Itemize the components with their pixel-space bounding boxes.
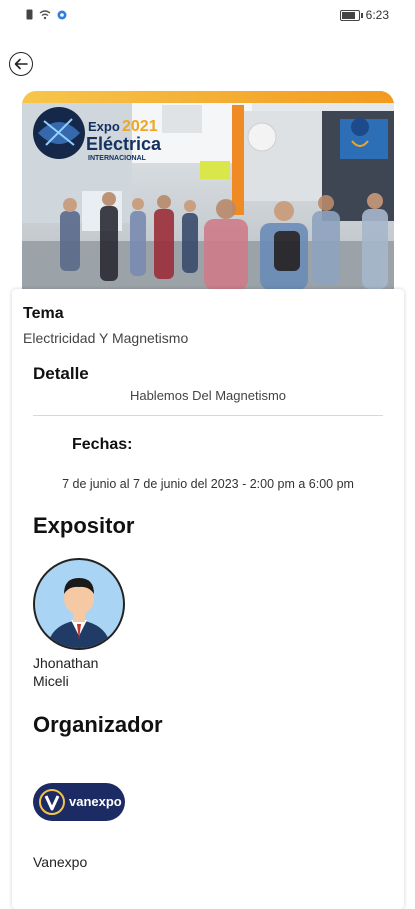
logo-text-year: 2021 [122, 118, 158, 135]
wifi-icon [39, 9, 51, 19]
event-details-card: Tema Electricidad Y Magnetismo Detalle H… [12, 289, 404, 909]
organizador-logo[interactable]: vanexpo [33, 783, 125, 821]
logo-text-internacional: INTERNACIONAL [88, 155, 147, 162]
event-banner-image: Expo 2021 Eléctrica INTERNACIONAL [22, 91, 394, 290]
logo-text-expo: Expo [88, 119, 120, 134]
detalle-value: Hablemos Del Magnetismo [129, 388, 287, 403]
battery-icon [339, 9, 363, 21]
sim-icon [26, 9, 33, 20]
expositor-heading: Expositor [33, 513, 135, 538]
expo-photo: Expo 2021 Eléctrica INTERNACIONAL [22, 91, 394, 290]
expositor-name: Jhonathan Miceli [33, 655, 99, 689]
status-time: 6:23 [365, 8, 389, 22]
vanexpo-logo-text: vanexpo [69, 794, 122, 809]
status-bar: 6:23 [0, 0, 415, 30]
logo-text-electrica: Eléctrica [86, 134, 162, 154]
tema-label: Tema [23, 305, 64, 322]
status-icons-right: 6:23 [339, 8, 389, 22]
user-avatar-icon [33, 558, 125, 650]
app-notification-icon [57, 10, 67, 19]
organizador-name: Vanexpo [33, 854, 88, 870]
detalle-label: Detalle [33, 364, 89, 383]
arrow-left-icon [14, 58, 28, 70]
status-icons-left [26, 9, 67, 20]
fechas-label: Fechas: [72, 436, 133, 453]
tema-value: Electricidad Y Magnetismo [23, 330, 189, 346]
back-button[interactable] [9, 52, 33, 76]
expositor-avatar[interactable] [33, 558, 125, 650]
fechas-value: 7 de junio al 7 de junio del 2023 - 2:00… [62, 477, 354, 491]
divider [33, 415, 383, 416]
organizador-heading: Organizador [33, 712, 163, 737]
